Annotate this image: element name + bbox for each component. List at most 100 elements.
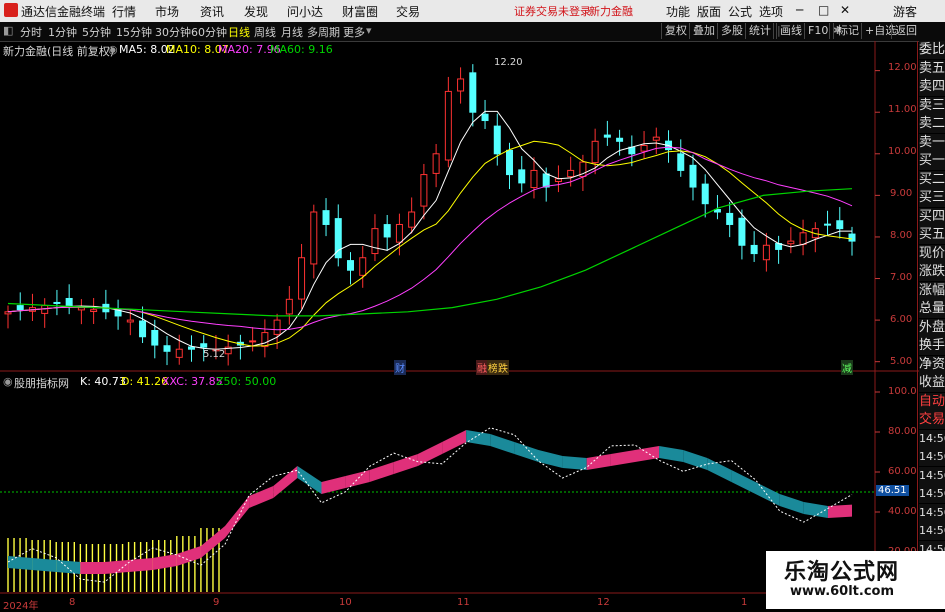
candle-body	[603, 134, 611, 138]
menu-hangqing[interactable]: 行情	[112, 3, 136, 20]
menu-gongneng[interactable]: 功能	[666, 3, 690, 20]
period-fenshi[interactable]: 分时	[20, 24, 42, 40]
period-5min[interactable]: 5分钟	[82, 24, 111, 40]
btn-huaxian[interactable]: 画线	[776, 23, 805, 39]
period-60min[interactable]: 60分钟	[191, 24, 227, 40]
side-panel-item: 买五	[919, 226, 945, 244]
candle-body	[346, 260, 354, 271]
event-tag-finance[interactable]: 财	[394, 360, 406, 375]
candle-body	[65, 297, 73, 307]
date-axis-label: 2024年	[3, 601, 39, 612]
indicator-band	[562, 456, 587, 470]
menu-gongshi[interactable]: 公式	[728, 3, 752, 20]
side-panel-item: 现价	[919, 244, 945, 263]
watermark: 乐淘公式网 www.60lt.com	[766, 551, 945, 609]
side-panel-item[interactable]: 自动	[919, 392, 945, 411]
candle-body	[493, 125, 501, 155]
candle-body	[53, 301, 61, 304]
side-panel-item: 委比	[919, 41, 945, 59]
period-monthly[interactable]: 月线	[281, 24, 303, 40]
side-panel-item: 净资	[919, 355, 945, 374]
broker-login-status[interactable]: 证券交易未登录	[514, 3, 591, 19]
close-icon[interactable]: ✕	[840, 3, 850, 17]
indicator-band	[659, 446, 684, 462]
indicator-band	[225, 496, 250, 538]
period-multi[interactable]: 多周期	[307, 24, 340, 40]
candle-body	[90, 309, 98, 312]
side-panel-item: 买四	[919, 207, 945, 226]
btn-diejia[interactable]: 叠加	[689, 23, 718, 39]
period-weekly[interactable]: 周线	[254, 24, 276, 40]
period-more[interactable]: 更多	[343, 24, 365, 40]
ma5-line	[7, 110, 852, 350]
side-panel-item: 卖四	[919, 78, 945, 96]
indicator-band	[586, 454, 611, 470]
btn-fuquan[interactable]: 复权	[661, 23, 690, 39]
side-panel-item[interactable]: 交易	[919, 411, 945, 429]
indicator-band	[538, 450, 563, 468]
menu-jiaoyi[interactable]: 交易	[396, 3, 420, 20]
period-1min[interactable]: 1分钟	[48, 24, 77, 40]
indicator-band	[442, 430, 467, 454]
candle-body	[824, 223, 832, 226]
indicator-band	[321, 476, 346, 494]
side-panel-item: 买一	[919, 152, 945, 170]
menu-wenxiaoda[interactable]: 问小达	[287, 3, 323, 20]
indicator-band	[683, 450, 708, 470]
high-price-label: 12.20	[494, 57, 523, 68]
indicator-name[interactable]: 股朋指标网	[14, 375, 69, 391]
indicator-band	[731, 470, 756, 494]
price-axis-label: 7.00	[890, 272, 913, 283]
menu-faxian[interactable]: 发现	[244, 3, 268, 20]
indicator-axis-label: 40.00	[888, 506, 917, 517]
btn-duogu[interactable]: 多股	[717, 23, 746, 39]
btn-tongji[interactable]: 统计	[745, 23, 774, 39]
event-tag-drop[interactable]: 跌	[497, 360, 509, 375]
side-panel-item: 涨幅	[919, 281, 945, 300]
candle-body	[200, 343, 208, 348]
menu-caifuquan[interactable]: 财富圈	[342, 3, 378, 20]
chevron-down-icon[interactable]: ▾	[366, 24, 372, 37]
menu-shichang[interactable]: 市场	[155, 3, 179, 20]
date-axis-label: 11	[457, 597, 470, 608]
sidebar-toggle-icon[interactable]: ◧	[3, 24, 13, 37]
period-30min[interactable]: 30分钟	[155, 24, 191, 40]
candle-body	[310, 211, 318, 265]
candle-body	[689, 164, 697, 188]
candle-body	[750, 244, 758, 255]
price-axis-label: 9.00	[890, 188, 913, 199]
side-panel-item: 涨跌	[919, 263, 945, 281]
candle-body	[371, 228, 379, 255]
kline-chart[interactable]	[0, 41, 919, 609]
candle-body	[77, 307, 85, 311]
event-tag-reduce[interactable]: 减	[841, 360, 853, 375]
candle-body	[652, 136, 660, 141]
menu-xuanxiang[interactable]: 选项	[759, 3, 783, 20]
side-panel-item: 卖一	[919, 133, 945, 152]
maximize-icon[interactable]: □	[818, 3, 829, 17]
candle-body	[273, 319, 281, 335]
price-axis-label: 11.00	[888, 104, 917, 115]
indicator-band	[152, 554, 177, 570]
candle-body	[359, 257, 367, 276]
indicator-current-value: 46.51	[876, 485, 909, 496]
side-panel-item: 卖二	[919, 115, 945, 133]
indicator-band	[56, 560, 81, 574]
candle-body	[126, 319, 134, 323]
candle-body	[420, 174, 428, 207]
menu-zixun[interactable]: 资讯	[200, 3, 224, 20]
menu-banmian[interactable]: 版面	[697, 3, 721, 20]
guest-account[interactable]: 游客	[893, 3, 917, 20]
period-15min[interactable]: 15分钟	[116, 24, 152, 40]
btn-f10[interactable]: F10	[804, 23, 831, 39]
candle-body	[408, 211, 416, 228]
btn-back[interactable]: 返回	[891, 23, 920, 39]
period-daily[interactable]: 日线	[228, 24, 250, 40]
minimize-icon[interactable]: ─	[796, 3, 803, 17]
btn-biaoji[interactable]: 标记	[833, 23, 862, 39]
candle-body	[261, 332, 269, 348]
indicator-band	[514, 442, 539, 462]
candle-body	[41, 305, 49, 314]
date-axis-label: 1	[741, 597, 748, 608]
candle-body	[163, 345, 171, 352]
